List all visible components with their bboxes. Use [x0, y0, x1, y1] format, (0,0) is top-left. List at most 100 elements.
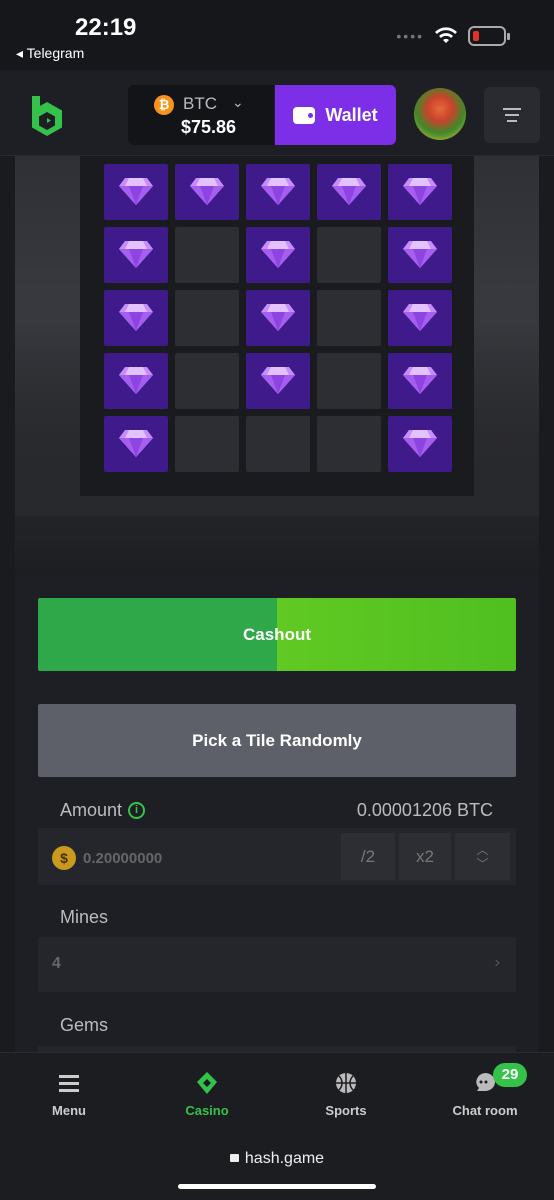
mines-board — [80, 156, 474, 496]
gem-icon — [119, 365, 153, 395]
tile-hidden[interactable] — [317, 416, 381, 472]
gems-label: Gems — [60, 1015, 109, 1035]
tile-hidden[interactable] — [175, 227, 239, 283]
gem-icon — [403, 176, 437, 206]
dollar-coin-icon: $ — [52, 846, 76, 870]
tile-revealed-gem[interactable] — [246, 164, 310, 220]
nav-sports[interactable]: Sports — [296, 1071, 396, 1118]
pick-random-tile-button[interactable]: Pick a Tile Randomly — [38, 704, 516, 777]
tile-revealed-gem[interactable] — [246, 227, 310, 283]
tile-revealed-gem[interactable] — [104, 290, 168, 346]
tile-hidden[interactable] — [317, 290, 381, 346]
status-bar: 22:19 ◂ Telegram •••• — [0, 0, 554, 70]
nav-casino[interactable]: Casino — [157, 1071, 257, 1118]
menu-line — [503, 108, 521, 110]
tile-revealed-gem[interactable] — [104, 164, 168, 220]
home-indicator — [178, 1184, 376, 1189]
tile-revealed-gem[interactable] — [104, 416, 168, 472]
gem-icon — [261, 365, 295, 395]
browser-url-bar: hash.game — [0, 1134, 554, 1200]
balance-amount: $75.86 — [181, 117, 237, 137]
amount-btc: 0.00001206 BTC — [356, 800, 493, 820]
mines-select[interactable]: 4 › — [38, 937, 516, 992]
url-display[interactable]: hash.game — [0, 1150, 554, 1168]
amount-label-group: Amount i — [60, 800, 146, 821]
amount-stepper[interactable]: ︿ ﹀ — [455, 833, 510, 880]
gem-icon — [190, 176, 224, 206]
tile-hidden[interactable] — [175, 353, 239, 409]
status-icons: •••• — [396, 26, 510, 46]
tile-revealed-gem[interactable] — [388, 416, 452, 472]
wallet-button[interactable]: Wallet — [275, 85, 396, 145]
chat-unread-badge: 29 — [493, 1063, 527, 1087]
clock: 22:19 — [75, 14, 137, 41]
menu-line — [507, 120, 517, 122]
amount-label: Amount — [60, 800, 123, 820]
gem-icon — [261, 239, 295, 269]
amount-row: $ /2 x2 ︿ ﹀ — [38, 828, 516, 885]
nav-menu-label: Menu — [52, 1103, 86, 1118]
gem-icon — [119, 176, 153, 206]
nav-sports-label: Sports — [325, 1103, 367, 1118]
tile-revealed-gem[interactable] — [246, 290, 310, 346]
cashout-button[interactable]: Cashout — [38, 598, 516, 671]
half-button[interactable]: /2 — [341, 833, 395, 880]
app-header: ₿ BTC ⌄ $75.86 Wallet — [0, 70, 554, 156]
menu-button[interactable] — [484, 87, 540, 143]
tile-revealed-gem[interactable] — [104, 353, 168, 409]
basketball-icon — [336, 1073, 356, 1093]
wallet-label: Wallet — [325, 104, 378, 125]
signal-icon: •••• — [396, 28, 424, 44]
currency-selector[interactable]: ₿ BTC ⌄ $75.86 — [128, 85, 274, 145]
casino-card-icon — [197, 1072, 217, 1094]
tile-revealed-gem[interactable] — [388, 290, 452, 346]
double-button[interactable]: x2 — [399, 833, 451, 880]
gem-icon — [261, 302, 295, 332]
gem-icon — [332, 176, 366, 206]
menu-line — [505, 114, 519, 116]
tile-revealed-gem[interactable] — [246, 353, 310, 409]
gem-icon — [403, 302, 437, 332]
chevron-down-icon: ⌄ — [232, 94, 244, 110]
btc-coin-icon: ₿ — [154, 95, 174, 115]
nav-chat-room[interactable]: Chat room 29 — [435, 1063, 535, 1118]
bc-logo-icon[interactable] — [28, 94, 66, 136]
tile-revealed-gem[interactable] — [388, 353, 452, 409]
hamburger-icon — [59, 1075, 79, 1092]
tile-hidden[interactable] — [175, 416, 239, 472]
tile-hidden[interactable] — [246, 416, 310, 472]
chevron-up-icon[interactable]: ︿ — [476, 843, 488, 857]
tile-grid — [104, 164, 452, 472]
url-text: hash.game — [244, 1150, 325, 1167]
tile-revealed-gem[interactable] — [388, 227, 452, 283]
amount-input[interactable] — [83, 846, 273, 870]
tile-revealed-gem[interactable] — [388, 164, 452, 220]
tile-hidden[interactable] — [317, 227, 381, 283]
wallet-icon — [293, 106, 316, 124]
tile-revealed-gem[interactable] — [175, 164, 239, 220]
tile-revealed-gem[interactable] — [317, 164, 381, 220]
nav-menu[interactable]: Menu — [19, 1071, 119, 1118]
gem-icon — [119, 428, 153, 458]
mines-value: 4 — [52, 955, 61, 972]
gem-icon — [403, 365, 437, 395]
chevron-down-icon[interactable]: ﹀ — [476, 857, 488, 871]
gem-icon — [403, 428, 437, 458]
back-to-telegram[interactable]: ◂ Telegram — [16, 45, 84, 62]
nav-chat-label: Chat room — [452, 1103, 518, 1118]
tile-revealed-gem[interactable] — [104, 227, 168, 283]
bottom-nav: Menu Casino Sports Chat room 29 — [0, 1052, 554, 1134]
nav-casino-label: Casino — [185, 1103, 229, 1118]
wifi-icon — [435, 27, 457, 43]
game-area — [15, 156, 539, 576]
tile-hidden[interactable] — [317, 353, 381, 409]
tile-hidden[interactable] — [175, 290, 239, 346]
gem-icon — [119, 239, 153, 269]
gem-icon — [403, 239, 437, 269]
gem-icon — [119, 302, 153, 332]
battery-icon — [468, 26, 510, 46]
currency-code: BTC — [183, 94, 217, 113]
avatar[interactable] — [414, 88, 466, 140]
chevron-right-icon: › — [494, 954, 500, 971]
info-icon[interactable]: i — [128, 802, 146, 819]
